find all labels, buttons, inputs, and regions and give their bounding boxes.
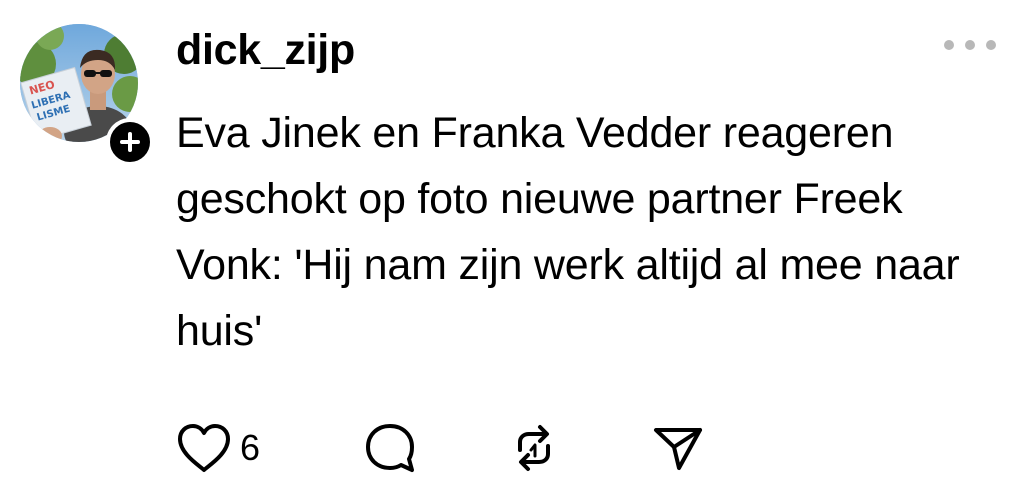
post-text: Eva Jinek en Franka Vedder reageren gesc… [176, 109, 960, 355]
comment-bubble-icon [366, 424, 414, 472]
reply-button[interactable] [362, 418, 418, 478]
avatar-container: NEO LIBERA LISME [20, 24, 154, 166]
more-dot [944, 40, 954, 50]
send-icon [654, 428, 702, 470]
repost-icon [518, 425, 550, 471]
heart-icon [178, 424, 230, 472]
share-button[interactable] [650, 418, 706, 478]
repost-button[interactable] [506, 418, 562, 478]
username[interactable]: dick_zijp [176, 22, 355, 78]
follow-button[interactable] [106, 118, 154, 166]
more-options-button[interactable] [944, 30, 996, 60]
more-dot [965, 40, 975, 50]
like-count: 6 [240, 427, 261, 468]
action-bar: 6 [176, 418, 736, 478]
like-button[interactable]: 6 [176, 418, 260, 478]
thread-post: NEO LIBERA LISME dick_zijp Eva Jinek en … [0, 0, 1024, 504]
plus-icon [120, 132, 140, 152]
more-dot [986, 40, 996, 50]
